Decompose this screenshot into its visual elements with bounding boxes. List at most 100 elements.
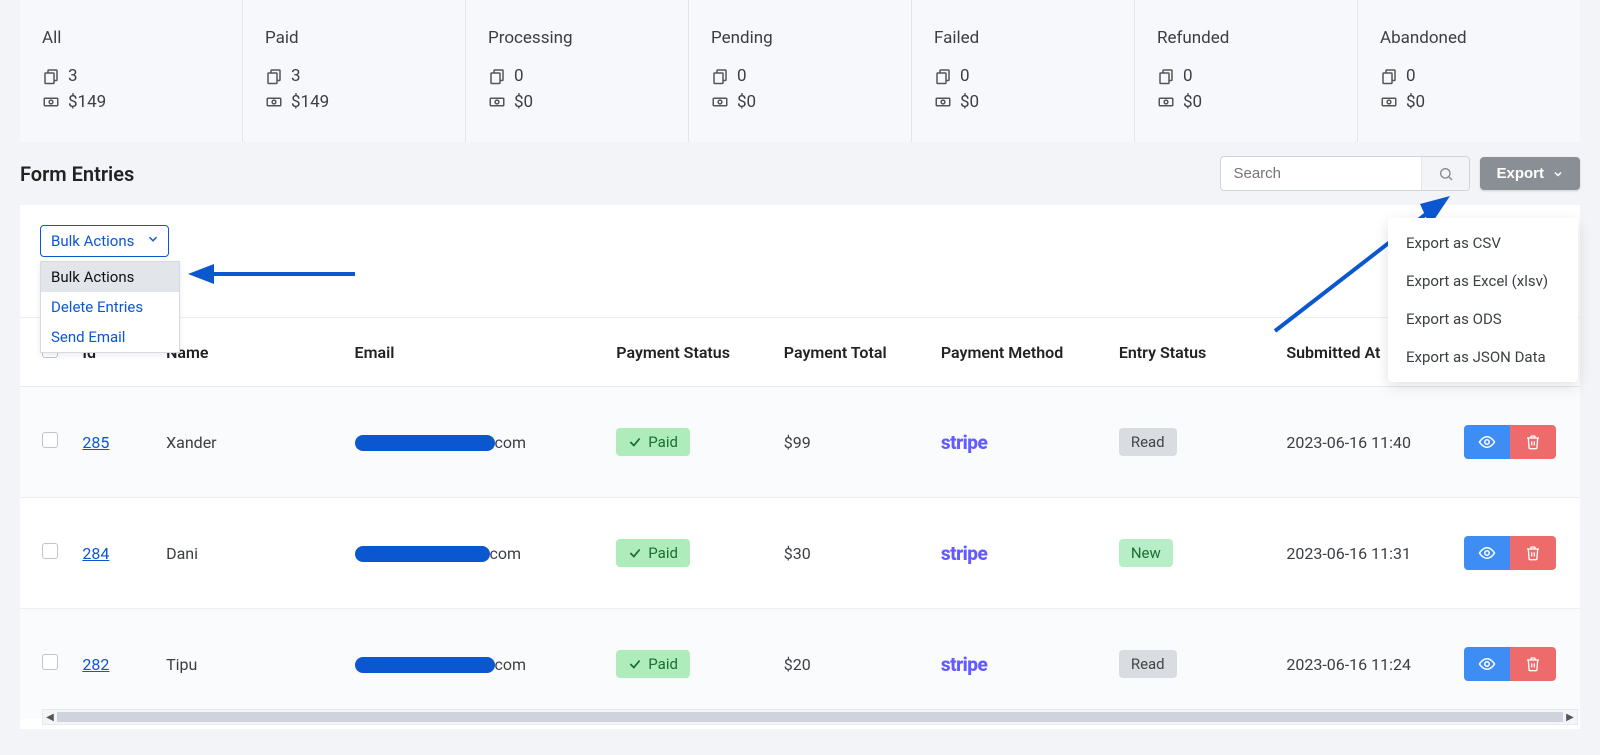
chevron-down-icon <box>1552 168 1564 180</box>
row-checkbox[interactable] <box>42 543 58 559</box>
col-payment-total: Payment Total <box>774 318 931 387</box>
entry-email: com <box>345 609 607 720</box>
scrollbar-track[interactable] <box>57 712 1563 722</box>
trash-icon <box>1525 545 1541 561</box>
export-button[interactable]: Export <box>1480 157 1580 190</box>
bulk-option-bulk-actions[interactable]: Bulk Actions <box>41 262 179 292</box>
row-actions <box>1464 536 1570 570</box>
export-option-excel[interactable]: Export as Excel (xlsv) <box>1388 262 1578 300</box>
view-button[interactable] <box>1464 647 1510 681</box>
status-card-all[interactable]: All 3 $149 <box>20 0 243 142</box>
scroll-right-icon[interactable]: ▶ <box>1563 710 1577 724</box>
search-box <box>1220 156 1470 191</box>
status-card-title: Failed <box>934 28 1112 48</box>
status-card-paid[interactable]: Paid 3 $149 <box>243 0 466 142</box>
search-icon <box>1438 166 1454 182</box>
view-button[interactable] <box>1464 425 1510 459</box>
col-payment-status: Payment Status <box>606 318 774 387</box>
horizontal-scrollbar[interactable]: ◀ ▶ <box>42 709 1578 725</box>
stripe-logo: stripe <box>941 431 987 454</box>
cash-icon <box>42 93 60 111</box>
cash-icon <box>1157 93 1175 111</box>
redacted-email <box>355 546 490 562</box>
status-card-title: Processing <box>488 28 666 48</box>
row-checkbox[interactable] <box>42 654 58 670</box>
copy-icon <box>265 67 283 85</box>
trash-icon <box>1525 434 1541 450</box>
redacted-email <box>355 435 495 451</box>
status-card-refunded[interactable]: Refunded 0 $0 <box>1135 0 1358 142</box>
entry-status-badge: Read <box>1119 650 1177 678</box>
export-option-csv[interactable]: Export as CSV <box>1388 224 1578 262</box>
copy-icon <box>42 67 60 85</box>
row-checkbox[interactable] <box>42 432 58 448</box>
search-button[interactable] <box>1421 157 1469 190</box>
bulk-option-delete-entries[interactable]: Delete Entries <box>41 292 179 322</box>
check-icon <box>628 657 642 671</box>
submitted-at: 2023-06-16 11:24 <box>1276 609 1454 720</box>
row-actions <box>1464 425 1570 459</box>
delete-button[interactable] <box>1510 425 1556 459</box>
payment-total: $20 <box>774 609 931 720</box>
status-card-amount-line: $149 <box>42 92 220 112</box>
col-name: Name <box>156 318 344 387</box>
cash-icon <box>934 93 952 111</box>
bulk-option-send-email[interactable]: Send Email <box>41 322 179 352</box>
entry-status-badge: Read <box>1119 428 1177 456</box>
stripe-logo: stripe <box>941 542 987 565</box>
status-card-failed[interactable]: Failed 0 $0 <box>912 0 1135 142</box>
copy-icon <box>488 67 506 85</box>
section-header: Form Entries Export <box>0 142 1600 205</box>
cash-icon <box>711 93 729 111</box>
copy-icon <box>1380 67 1398 85</box>
eye-icon <box>1478 433 1496 451</box>
table-row: 284 Dani com Paid $30 stripe New 2023-0 <box>20 498 1580 609</box>
status-card-amount: $149 <box>68 92 106 112</box>
entry-id-link[interactable]: 282 <box>82 655 109 674</box>
export-option-ods[interactable]: Export as ODS <box>1388 300 1578 338</box>
entry-id-link[interactable]: 285 <box>82 433 109 452</box>
copy-icon <box>934 67 952 85</box>
view-button[interactable] <box>1464 536 1510 570</box>
bulk-actions-select[interactable]: Bulk Actions <box>40 225 169 257</box>
copy-icon <box>711 67 729 85</box>
payment-status-badge: Paid <box>616 428 690 456</box>
status-card-row: All 3 $149 Paid 3 $149 Processing 0 $0 P… <box>20 0 1580 142</box>
submitted-at: 2023-06-16 11:31 <box>1276 498 1454 609</box>
export-option-json[interactable]: Export as JSON Data <box>1388 338 1578 376</box>
payment-total: $99 <box>774 387 931 498</box>
status-card-abandoned[interactable]: Abandoned 0 $0 <box>1358 0 1580 142</box>
check-icon <box>628 546 642 560</box>
delete-button[interactable] <box>1510 536 1556 570</box>
entries-table-wrap[interactable]: Id Name Email Payment Status Payment Tot… <box>20 317 1580 719</box>
status-card-title: Paid <box>265 28 443 48</box>
trash-icon <box>1525 656 1541 672</box>
bulk-actions-label: Bulk Actions <box>51 232 134 250</box>
submitted-at: 2023-06-16 11:40 <box>1276 387 1454 498</box>
page-title: Form Entries <box>20 162 134 186</box>
entry-name: Dani <box>156 498 344 609</box>
chevron-down-icon <box>146 232 160 250</box>
cash-icon <box>1380 93 1398 111</box>
entry-status-badge: New <box>1119 539 1173 567</box>
col-entry-status: Entry Status <box>1109 318 1277 387</box>
scroll-left-icon[interactable]: ◀ <box>43 710 57 724</box>
eye-icon <box>1478 544 1496 562</box>
table-row: 282 Tipu com Paid $20 stripe Read 2023- <box>20 609 1580 720</box>
entry-email: com <box>345 387 607 498</box>
entry-id-link[interactable]: 284 <box>82 544 109 563</box>
entries-panel: Bulk Actions Bulk Actions Delete Entries… <box>20 205 1580 729</box>
status-card-count: 3 <box>68 66 78 86</box>
status-card-processing[interactable]: Processing 0 $0 <box>466 0 689 142</box>
cash-icon <box>488 93 506 111</box>
status-card-pending[interactable]: Pending 0 $0 <box>689 0 912 142</box>
delete-button[interactable] <box>1510 647 1556 681</box>
search-input[interactable] <box>1221 157 1421 190</box>
cash-icon <box>265 93 283 111</box>
eye-icon <box>1478 655 1496 673</box>
bulk-actions-wrap: Bulk Actions Bulk Actions Delete Entries… <box>40 225 169 257</box>
table-row: 285 Xander com Paid $99 stripe Read 202 <box>20 387 1580 498</box>
status-card-title: Refunded <box>1157 28 1335 48</box>
entry-name: Xander <box>156 387 344 498</box>
payment-status-badge: Paid <box>616 539 690 567</box>
